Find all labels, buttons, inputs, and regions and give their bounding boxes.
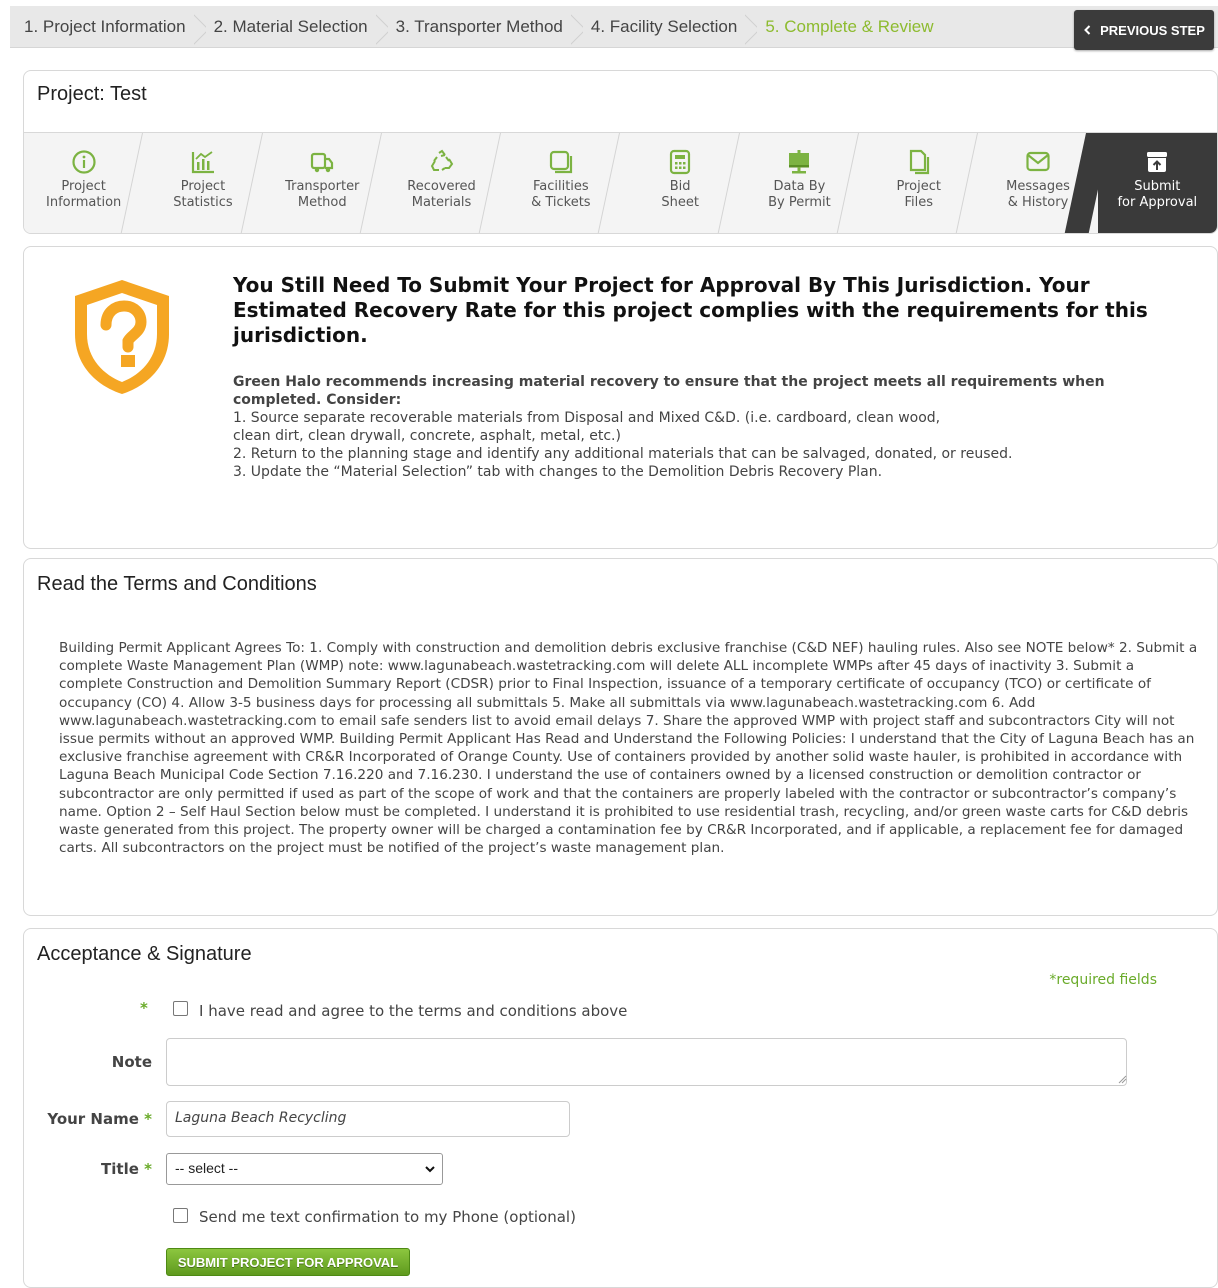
nav-label: Project bbox=[61, 179, 106, 194]
upload-box-icon bbox=[1147, 152, 1168, 172]
recommendation-item: 3. Update the “Material Selection” tab w… bbox=[233, 464, 883, 480]
nav-label: Sheet bbox=[661, 195, 699, 210]
title-select[interactable]: -- select -- bbox=[166, 1153, 443, 1185]
truck-icon bbox=[311, 152, 334, 173]
previous-step-button[interactable]: PREVIOUS STEP bbox=[1074, 10, 1214, 50]
wizard-step-complete-review[interactable]: 5. Complete & Review bbox=[751, 6, 947, 48]
submit-project-button[interactable]: SUBMIT PROJECT FOR APPROVAL bbox=[166, 1248, 410, 1276]
nav-label: Facilities bbox=[532, 179, 589, 194]
nav-label: Bid bbox=[669, 179, 691, 194]
recommendation-panel: You Still Need To Submit Your Project fo… bbox=[23, 246, 1218, 549]
nav-label: for Approval bbox=[1117, 195, 1198, 210]
nav-label: Project bbox=[896, 179, 941, 194]
nav-label: Submit bbox=[1134, 179, 1181, 194]
acceptance-panel: Acceptance & Signature *required fields … bbox=[23, 928, 1218, 1288]
project-title: Project: Test bbox=[24, 71, 1217, 133]
nav-label: Files bbox=[904, 195, 933, 210]
wizard-step-transporter-method[interactable]: 3. Transporter Method bbox=[382, 6, 577, 48]
acceptance-heading: Acceptance & Signature bbox=[37, 943, 252, 965]
terms-text: Building Permit Applicant Agrees To: 1. … bbox=[59, 640, 1198, 857]
sms-checkbox[interactable] bbox=[173, 1208, 188, 1223]
terms-heading: Read the Terms and Conditions bbox=[37, 573, 317, 595]
recycle-icon bbox=[430, 149, 453, 171]
agree-label: I have read and agree to the terms and c… bbox=[199, 1002, 628, 1020]
nav-project-information[interactable]: Project Information bbox=[24, 133, 144, 233]
your-name-input[interactable]: Laguna Beach Recycling bbox=[166, 1101, 570, 1137]
nav-label: Statistics bbox=[173, 195, 233, 210]
nav-label: & Tickets bbox=[531, 195, 591, 210]
required-star: * bbox=[140, 999, 148, 1017]
terms-panel: Read the Terms and Conditions Building P… bbox=[23, 558, 1218, 916]
wizard-step-label: 3. Transporter Method bbox=[395, 16, 563, 36]
nav-data-by-permit[interactable]: Data By By Permit bbox=[740, 133, 860, 233]
recommendation-item: clean dirt, clean drywall, concrete, asp… bbox=[233, 428, 621, 444]
shield-question-icon bbox=[75, 280, 169, 394]
recommendation-body: Green Halo recommends increasing materia… bbox=[233, 373, 1173, 481]
chevron-down-icon bbox=[425, 1166, 435, 1173]
nav-label: Information bbox=[46, 195, 122, 210]
nav-label: & History bbox=[1007, 195, 1069, 210]
previous-step-label: PREVIOUS STEP bbox=[1100, 22, 1205, 38]
recommendation-title: You Still Need To Submit Your Project fo… bbox=[233, 273, 1148, 347]
wizard-step-material-selection[interactable]: 2. Material Selection bbox=[200, 6, 382, 48]
wizard-step-label: 2. Material Selection bbox=[213, 16, 368, 36]
wizard-step-label: 1. Project Information bbox=[24, 16, 186, 36]
wizard-steps: 1. Project Information 2. Material Selec… bbox=[10, 6, 1218, 50]
resize-grip-icon[interactable] bbox=[1118, 1075, 1127, 1084]
title-label: Title * bbox=[24, 1160, 152, 1178]
nav-project-statistics[interactable]: Project Statistics bbox=[143, 133, 263, 233]
required-star: * bbox=[144, 1160, 152, 1178]
your-name-label-text: Your Name bbox=[47, 1110, 139, 1128]
your-name-label: Your Name * bbox=[24, 1110, 152, 1128]
files-icon bbox=[909, 149, 929, 175]
nav-label: Method bbox=[297, 195, 347, 210]
nav-label: Transporter bbox=[285, 179, 360, 194]
nav-label: By Permit bbox=[768, 195, 831, 210]
facility-icon bbox=[549, 150, 572, 174]
title-label-text: Title bbox=[101, 1160, 139, 1178]
chart-icon bbox=[191, 151, 214, 174]
project-nav: Project Information Project Statistics T… bbox=[24, 133, 1217, 233]
recommendation-item: 1. Source separate recoverable materials… bbox=[233, 410, 941, 426]
nav-transporter-method[interactable]: Transporter Method bbox=[263, 133, 382, 233]
recommendation-lead: Green Halo recommends increasing materia… bbox=[233, 374, 1105, 408]
nav-bid-sheet[interactable]: Bid Sheet bbox=[620, 133, 740, 233]
note-label: Note bbox=[111, 1053, 152, 1071]
presentation-icon bbox=[789, 150, 810, 174]
required-fields-note: *required fields bbox=[1049, 972, 1157, 988]
sms-label: Send me text confirmation to my Phone (o… bbox=[199, 1208, 576, 1226]
nav-submit-for-approval[interactable]: Submit for Approval bbox=[1097, 133, 1217, 233]
wizard-step-label: 4. Facility Selection bbox=[590, 16, 738, 36]
title-select-value: -- select -- bbox=[175, 1160, 238, 1176]
note-textarea[interactable] bbox=[166, 1038, 1127, 1086]
nav-recovered-materials[interactable]: Recovered Materials bbox=[382, 133, 502, 233]
nav-label: Materials bbox=[411, 195, 472, 210]
wizard-step-project-information[interactable]: 1. Project Information bbox=[10, 6, 200, 48]
required-star: * bbox=[144, 1110, 152, 1128]
info-icon bbox=[72, 150, 96, 174]
envelope-icon bbox=[1026, 151, 1050, 172]
nav-label: Messages bbox=[1006, 179, 1070, 194]
agree-checkbox[interactable] bbox=[173, 1001, 188, 1016]
project-panel: Project: Test Project Information Projec… bbox=[23, 70, 1218, 234]
nav-facilities-tickets[interactable]: Facilities & Tickets bbox=[501, 133, 621, 233]
wizard-step-facility-selection[interactable]: 4. Facility Selection bbox=[577, 6, 751, 48]
chevron-left-icon bbox=[1084, 25, 1091, 35]
nav-label: Project bbox=[180, 179, 226, 194]
calculator-icon bbox=[670, 149, 691, 175]
nav-label: Recovered bbox=[407, 179, 476, 194]
nav-project-files[interactable]: Project Files bbox=[859, 133, 979, 233]
recommendation-item: 2. Return to the planning stage and iden… bbox=[233, 446, 1013, 462]
nav-label: Data By bbox=[773, 179, 826, 194]
wizard-step-label: 5. Complete & Review bbox=[765, 16, 934, 36]
